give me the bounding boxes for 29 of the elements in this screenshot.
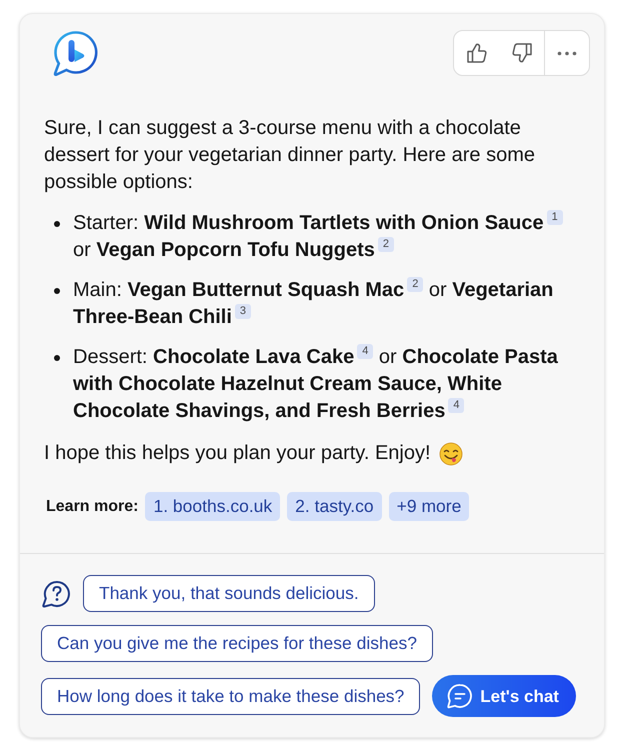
chat-button[interactable]: Let's chat xyxy=(432,675,576,717)
message-text: Sure, I can suggest a 3-course menu with a chocolate dessert for your vegetarian dinner party. Here are some possible options: xyxy=(44,116,536,195)
chat-bubble-icon xyxy=(446,683,472,709)
source-link[interactable]: +9 more xyxy=(388,492,470,521)
speech-bubble-logo-icon xyxy=(52,30,98,78)
bullet-icon xyxy=(54,355,60,361)
citation-link[interactable]: 4 xyxy=(357,344,374,359)
smiling-face-tongue-icon xyxy=(438,442,463,466)
citation-link[interactable]: 4 xyxy=(448,398,464,413)
course-text: Starter: Wild Mushroom Tartlets with Onion Sauce 1 or Vegan Popcorn Tofu Nuggets 2 xyxy=(73,210,578,264)
closing-text: I hope this helps you plan your party. Enjoy! xyxy=(44,441,431,466)
suggestion-button[interactable]: Thank you, that sounds delicious. xyxy=(83,575,375,612)
thumbs-up-icon xyxy=(464,41,488,65)
suggestion-button[interactable]: Can you give me the recipes for these dishes? xyxy=(41,625,433,662)
suggestion-button[interactable]: How long does it take to make these dishes? xyxy=(41,678,420,714)
thumbs-down-icon xyxy=(510,41,534,65)
citation-link[interactable]: 2 xyxy=(378,237,394,252)
source-link[interactable]: 2. tasty.co xyxy=(287,492,382,521)
course-text: Main: Vegan Butternut Squash Mac 2 or Vegetarian Three-Bean Chili 3 xyxy=(73,277,554,330)
learn-more-label: Learn more: xyxy=(46,497,138,517)
more-icon xyxy=(557,50,577,56)
source-link[interactable]: 1. booths.co.uk xyxy=(145,492,280,521)
course-text: Dessert: Chocolate Lava Cake 4 or Chocolate Pasta with Chocolate Hazelnut Cream Sauce, White Chocolate Shavings, and Fresh Berries 4 xyxy=(73,344,559,424)
bullet-icon xyxy=(54,288,60,294)
citation-link[interactable]: 3 xyxy=(234,304,252,319)
citation-link[interactable]: 2 xyxy=(407,277,424,292)
citation-link[interactable]: 1 xyxy=(546,210,563,225)
bullet-icon xyxy=(54,221,60,227)
question-bubble-icon xyxy=(41,580,71,608)
